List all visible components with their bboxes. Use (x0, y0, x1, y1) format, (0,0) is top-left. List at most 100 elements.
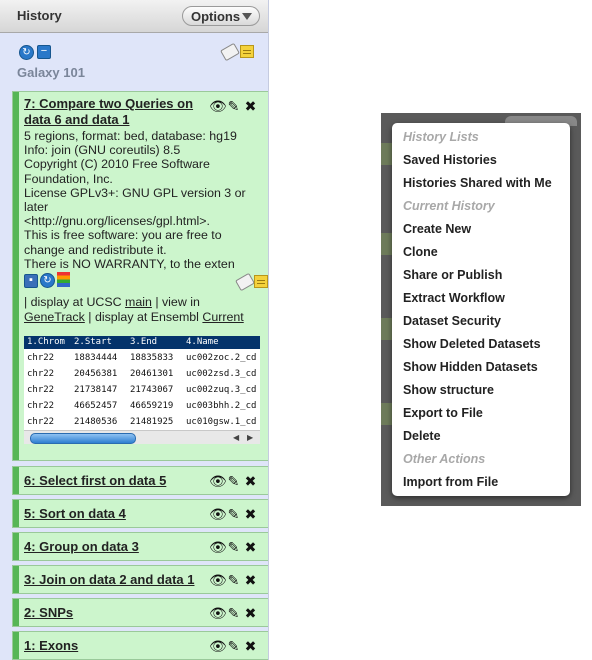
eye-icon[interactable]: 👁 (209, 539, 227, 556)
x-icon[interactable]: ✖ (243, 539, 260, 556)
eye-icon[interactable]: 👁 (209, 473, 227, 490)
dataset-icons: 👁✎ ✖ (209, 605, 260, 622)
dataset-title[interactable]: 3: Join on data 2 and data 1 (24, 572, 194, 587)
eye-icon[interactable]: 👁 (209, 506, 227, 523)
pencil-icon[interactable]: ✎ (226, 98, 243, 115)
menu-item-dataset-security[interactable]: Dataset Security (403, 314, 501, 328)
dataset-6[interactable]: 6: Select first on data 5 👁✎ ✖ (12, 466, 268, 495)
peek-cell: chr22 (27, 385, 55, 395)
dataset-title[interactable]: 5: Sort on data 4 (24, 506, 126, 521)
peek-cell: 21481925 (130, 417, 174, 427)
menu-item-share-publish[interactable]: Share or Publish (403, 268, 502, 282)
info-line: change and redistribute it. (24, 242, 167, 257)
menu-item-show-structure[interactable]: Show structure (403, 383, 494, 397)
eye-icon[interactable]: 👁 (209, 98, 227, 115)
display-links: | display at UCSC main | view in GeneTra… (24, 295, 264, 325)
info-line: License GPLv3+: GNU GPL version 3 or (24, 185, 246, 200)
pencil-icon[interactable]: ✎ (226, 605, 243, 622)
menu-item-show-deleted[interactable]: Show Deleted Datasets (403, 337, 541, 351)
menu-item-create-new[interactable]: Create New (403, 222, 471, 236)
pencil-icon[interactable]: ✎ (226, 638, 243, 655)
collapse-icon[interactable]: − (37, 45, 51, 59)
pencil-icon[interactable]: ✎ (226, 506, 243, 523)
peek-cell: uc003bhh.2_cd (186, 401, 257, 411)
dataset-title[interactable]: 4: Group on data 3 (24, 539, 139, 554)
x-icon[interactable]: ✖ (243, 572, 260, 589)
peek-horizontal-scrollbar[interactable]: ◀ ▶ (24, 430, 260, 444)
ensembl-current-link[interactable]: Current (202, 310, 243, 324)
history-name[interactable]: Galaxy 101 (17, 65, 85, 80)
scroll-right-arrow-icon[interactable]: ▶ (247, 433, 253, 442)
peek-col-header: 3.End (130, 337, 158, 347)
info-line: <http://gnu.org/licenses/gpl.html>. (24, 214, 210, 229)
scroll-left-arrow-icon[interactable]: ◀ (233, 433, 239, 442)
info-line: Copyright (C) 2010 Free Software (24, 157, 210, 172)
dataset-4[interactable]: 4: Group on data 3 👁✎ ✖ (12, 532, 268, 561)
chevron-down-icon (242, 13, 252, 20)
peek-col-header: 1.Chrom (27, 337, 65, 347)
menu-item-export-file[interactable]: Export to File (403, 406, 483, 420)
dataset-5[interactable]: 5: Sort on data 4 👁✎ ✖ (12, 499, 268, 528)
table-row: chr22 21480536 21481925 uc010gsw.1_cd (24, 414, 260, 430)
pencil-icon[interactable]: ✎ (226, 572, 243, 589)
eye-icon[interactable]: 👁 (209, 572, 227, 589)
dataset-icons: 👁✎ ✖ (209, 638, 260, 655)
x-icon[interactable]: ✖ (243, 98, 260, 115)
dataset-state-bar (13, 632, 19, 659)
dataset-title[interactable]: 7: Compare two Queries on data 6 and dat… (24, 96, 209, 128)
note-icon[interactable] (240, 45, 254, 58)
info-line: There is NO WARRANTY, to the exten (24, 256, 235, 271)
x-icon[interactable]: ✖ (243, 473, 260, 490)
peek-cell: chr22 (27, 417, 55, 427)
peek-cell: chr22 (27, 401, 55, 411)
x-icon[interactable]: ✖ (243, 605, 260, 622)
menu-header-history-lists: History Lists (403, 130, 479, 144)
scrollbar-thumb[interactable] (30, 433, 136, 444)
history-options-button[interactable]: Options (182, 6, 260, 26)
ucsc-main-link[interactable]: main (125, 295, 152, 309)
pencil-icon[interactable]: ✎ (226, 539, 243, 556)
tag-icon[interactable] (220, 42, 240, 62)
dataset-3[interactable]: 3: Join on data 2 and data 1 👁✎ ✖ (12, 565, 268, 594)
dataset-state-bar (13, 566, 19, 593)
dataset-icons: 👁✎ ✖ (209, 539, 260, 556)
tag-icon[interactable] (235, 272, 255, 292)
note-icon[interactable] (254, 275, 268, 288)
menu-item-saved-histories[interactable]: Saved Histories (403, 153, 497, 167)
menu-item-clone[interactable]: Clone (403, 245, 438, 259)
rerun-icon[interactable]: ↻ (40, 273, 55, 288)
dataset-title[interactable]: 2: SNPs (24, 605, 73, 620)
genetrack-link[interactable]: GeneTrack (24, 310, 85, 324)
peek-cell: 46659219 (130, 401, 174, 411)
dataset-title[interactable]: 1: Exons (24, 638, 78, 653)
dataset-icons: 👁✎ ✖ (209, 572, 260, 589)
eye-icon[interactable]: 👁 (209, 638, 227, 655)
dataset-peek: 1.Chrom 2.Start 3.End 4.Name chr22 18834… (24, 336, 260, 444)
refresh-icon[interactable]: ↻ (19, 45, 34, 60)
info-line: Info: join (GNU coreutils) 8.5 (24, 143, 181, 158)
dataset-2[interactable]: 2: SNPs 👁✎ ✖ (12, 598, 268, 627)
peek-cell: 18834444 (74, 353, 118, 363)
info-line: Foundation, Inc. (24, 171, 113, 186)
menu-item-histories-shared[interactable]: Histories Shared with Me (403, 176, 552, 190)
eye-icon[interactable]: 👁 (209, 605, 227, 622)
peek-cell: 21743067 (130, 385, 174, 395)
pencil-icon[interactable]: ✎ (226, 473, 243, 490)
table-row: chr22 18834444 18835833 uc002zoc.2_cd (24, 350, 260, 366)
menu-header-current-history: Current History (403, 199, 495, 213)
save-icon[interactable]: ▪ (24, 274, 38, 288)
menu-item-delete[interactable]: Delete (403, 429, 441, 443)
menu-item-extract-workflow[interactable]: Extract Workflow (403, 291, 505, 305)
x-icon[interactable]: ✖ (243, 506, 260, 523)
dataset-state-bar (13, 533, 19, 560)
dataset-title[interactable]: 6: Select first on data 5 (24, 473, 166, 488)
peek-cell: 20461301 (130, 369, 174, 379)
dataset-icons: 👁✎ ✖ (209, 506, 260, 523)
dataset-1[interactable]: 1: Exons 👁✎ ✖ (12, 631, 268, 660)
menu-item-show-hidden[interactable]: Show Hidden Datasets (403, 360, 538, 374)
menu-item-import-file[interactable]: Import from File (403, 475, 498, 489)
dataset-info: 5 regions, format: bed, database: hg19 I… (24, 129, 264, 271)
peek-cell: 21480536 (74, 417, 118, 427)
visualize-icon[interactable] (57, 272, 70, 287)
x-icon[interactable]: ✖ (243, 638, 260, 655)
